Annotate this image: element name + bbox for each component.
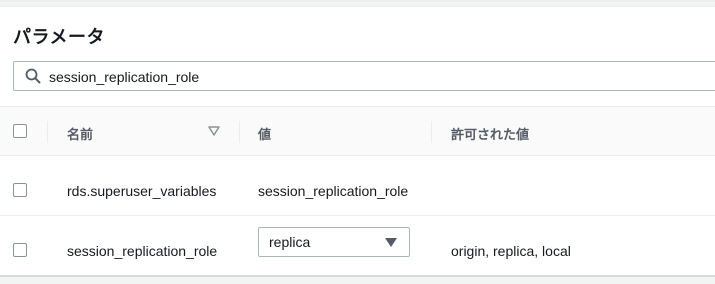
- parameters-panel: パラメータ session_replication_role 名前 値 許可され…: [0, 0, 715, 284]
- value-select[interactable]: replica: [258, 227, 410, 257]
- column-separator: [47, 121, 48, 143]
- row-checkbox[interactable]: [13, 183, 27, 197]
- column-separator: [431, 121, 432, 143]
- top-strip: [0, 1, 715, 7]
- search-icon: [25, 68, 41, 84]
- column-header-name[interactable]: 名前: [67, 124, 93, 143]
- table-header: 名前 値 許可された値: [0, 106, 715, 156]
- search-input[interactable]: session_replication_role: [13, 61, 715, 91]
- table-row: rds.superuser_variables session_replicat…: [0, 156, 715, 216]
- column-separator: [239, 121, 240, 143]
- row-checkbox[interactable]: [13, 243, 27, 257]
- row-name: session_replication_role: [67, 243, 218, 259]
- select-value: replica: [269, 234, 311, 250]
- caret-down-icon: [385, 238, 397, 247]
- sort-down-icon[interactable]: [208, 126, 220, 136]
- select-all-checkbox[interactable]: [13, 124, 27, 138]
- row-name: rds.superuser_variables: [67, 183, 217, 199]
- table-row: session_replication_role replica origin,…: [0, 216, 715, 275]
- panel-title: パラメータ: [13, 27, 105, 47]
- column-header-value: 値: [258, 127, 272, 142]
- search-value[interactable]: session_replication_role: [49, 69, 199, 85]
- column-header-allowed-values: 許可された値: [451, 127, 530, 142]
- row-value: session_replication_role: [258, 183, 409, 199]
- row-allowed-values: origin, replica, local: [451, 243, 571, 259]
